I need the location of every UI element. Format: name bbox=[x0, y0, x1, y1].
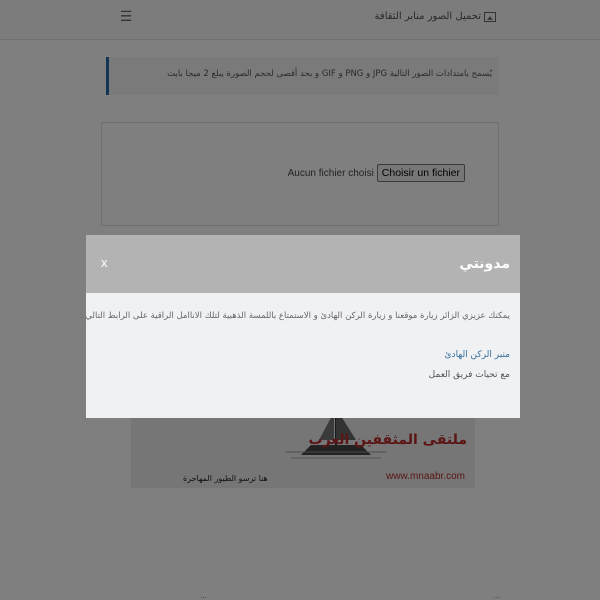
notice-modal: مدونتي x يمكنك عزيزي الزائر زيارة موقعنا… bbox=[80, 235, 520, 418]
team-signature: مع تحيات فريق العمل bbox=[428, 370, 510, 380]
quiet-corner-link[interactable]: منبر الركن الهادئ bbox=[445, 350, 510, 360]
close-button[interactable]: x bbox=[101, 255, 108, 270]
modal-title: مدونتي bbox=[459, 256, 510, 272]
modal-header: مدونتي x bbox=[86, 235, 520, 293]
modal-body: يمكنك عزيزي الزائر زيارة موقعنا و زيارة … bbox=[80, 293, 520, 418]
modal-message: يمكنك عزيزي الزائر زيارة موقعنا و زيارة … bbox=[79, 311, 510, 321]
